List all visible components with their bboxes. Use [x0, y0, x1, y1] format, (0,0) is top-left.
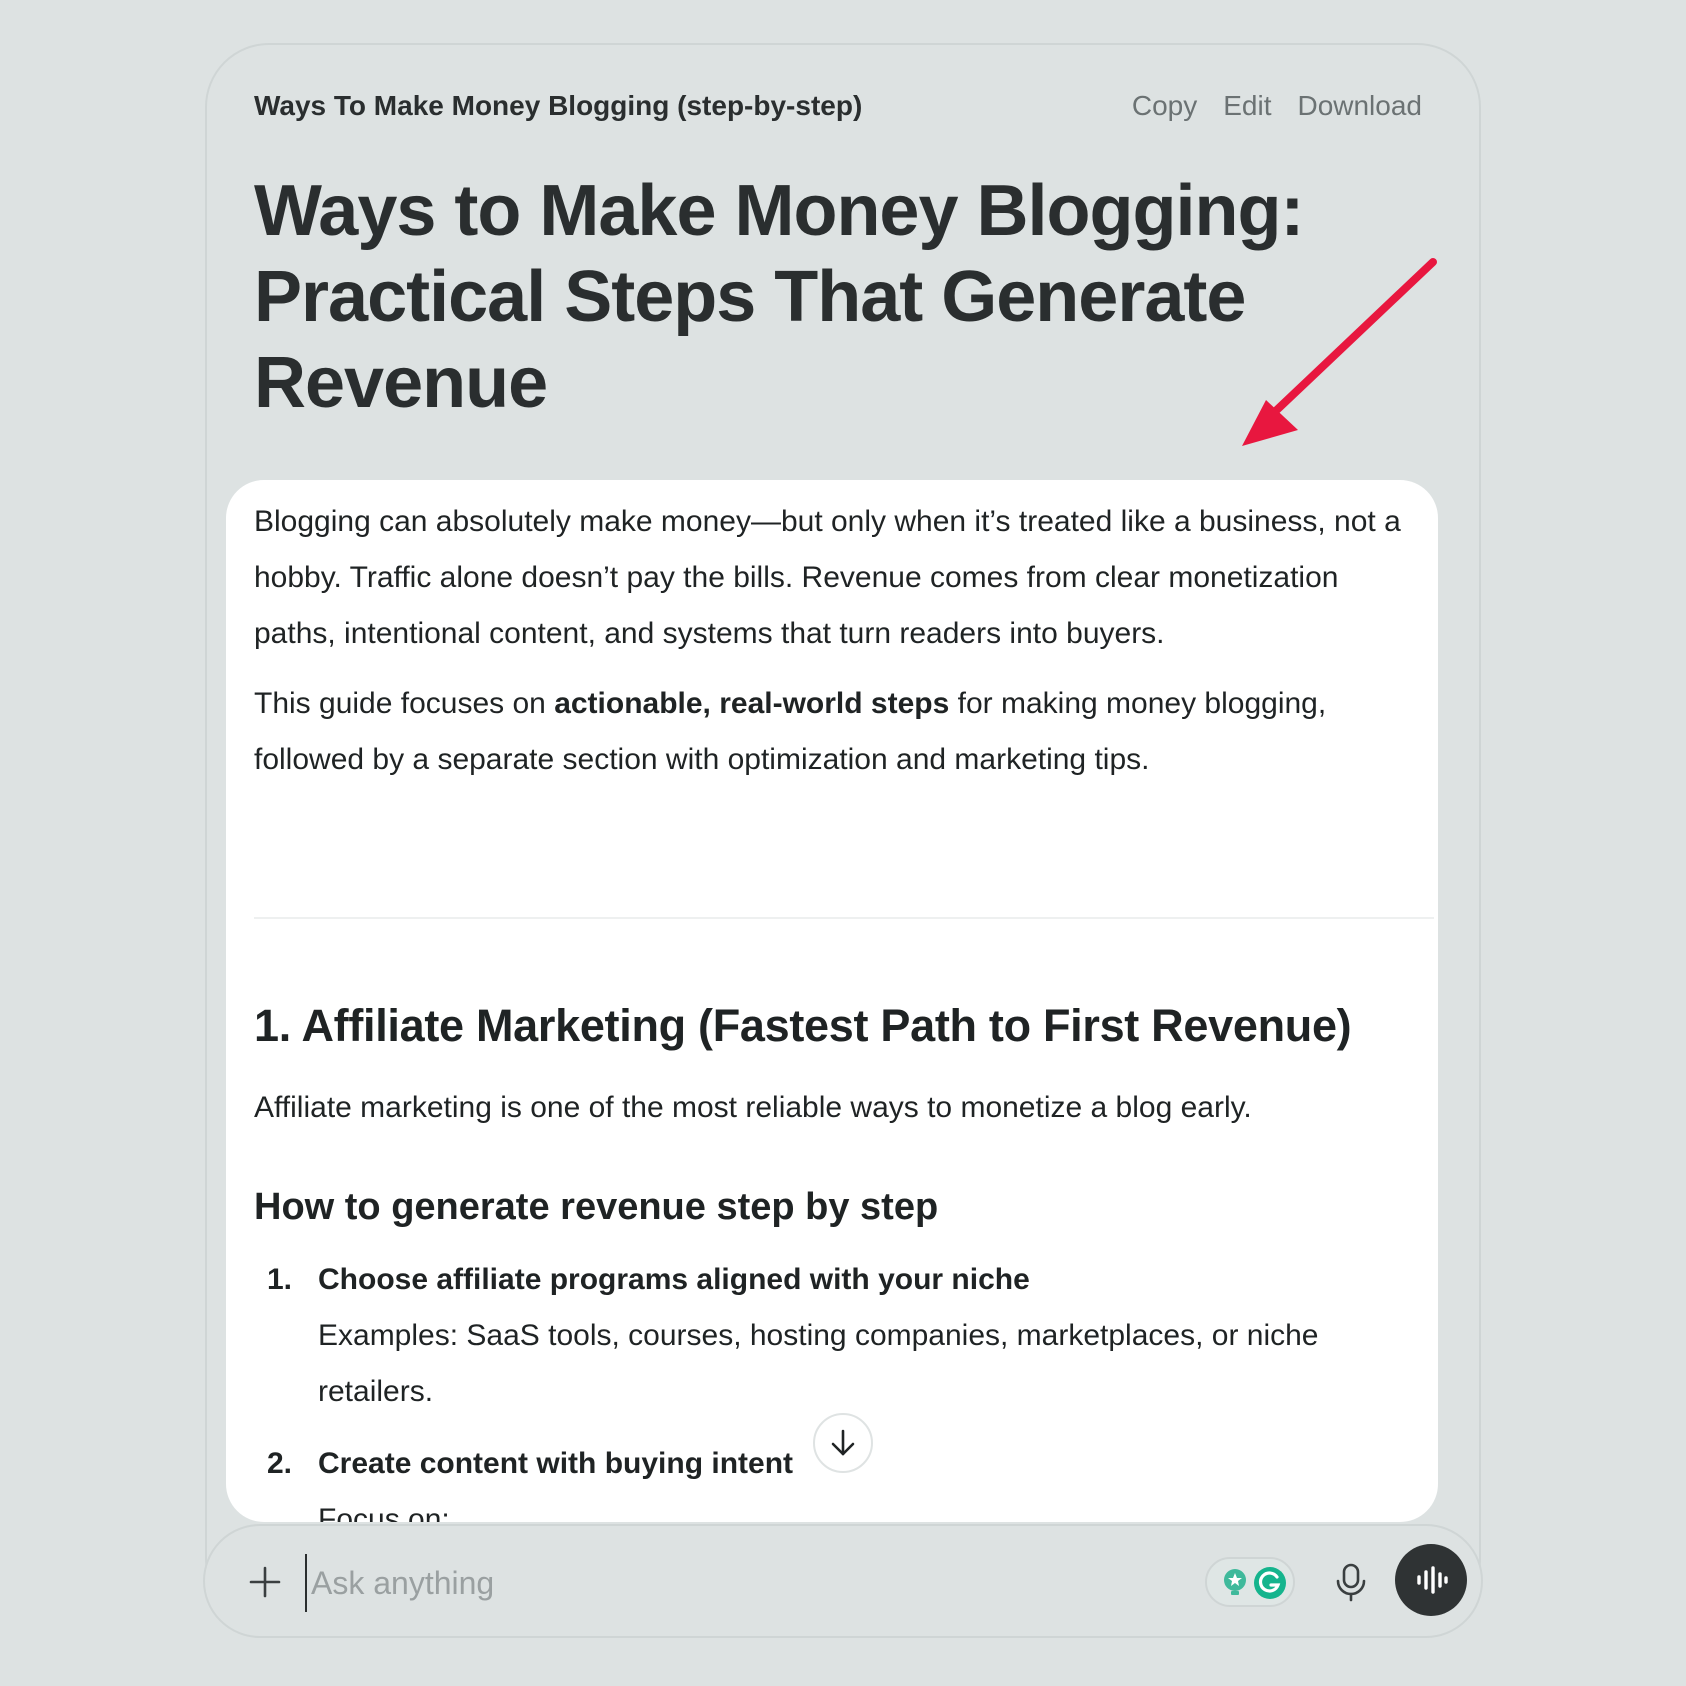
- voice-mode-button[interactable]: [1395, 1544, 1467, 1616]
- section-intro: Affiliate marketing is one of the most r…: [254, 1091, 1252, 1124]
- subheading: How to generate revenue step by step: [254, 1186, 939, 1228]
- ask-input[interactable]: [305, 1554, 1013, 1612]
- step-number: 2.: [267, 1447, 293, 1480]
- voice-waveform-icon: [1417, 1566, 1448, 1594]
- grammarly-icon: [1254, 1567, 1286, 1599]
- down-arrow-icon: [831, 1429, 855, 1456]
- plus-icon[interactable]: [245, 1562, 285, 1602]
- intro-paragraph-1: Blogging can absolutely make money—but o…: [254, 505, 1401, 650]
- copy-button[interactable]: Copy: [1132, 90, 1197, 122]
- intro-paragraph-2: This guide focuses on actionable, real-w…: [254, 676, 1424, 788]
- step-body: Focus on:: [318, 1503, 450, 1522]
- doc-actions: Copy Edit Download: [1132, 90, 1422, 122]
- page-title: Ways to Make Money Blogging: Practical S…: [254, 171, 1304, 423]
- lightbulb-icon: [1224, 1569, 1246, 1595]
- section-divider: [254, 917, 1434, 919]
- doc-header: Ways To Make Money Blogging (step-by-ste…: [254, 84, 1422, 128]
- intro-p2-text-before: This guide focuses on: [254, 687, 555, 720]
- annotation-arrow: [1242, 258, 1437, 446]
- content-panel: Blogging can absolutely make money—but o…: [226, 480, 1438, 1522]
- doc-name: Ways To Make Money Blogging (step-by-ste…: [254, 90, 863, 121]
- step-number: 1.: [267, 1263, 293, 1296]
- download-button[interactable]: Download: [1297, 90, 1422, 122]
- intro-p2-bold: actionable, real-world steps: [554, 687, 950, 720]
- scroll-to-bottom-button[interactable]: [813, 1413, 873, 1473]
- composer: [203, 1524, 1483, 1638]
- step-body: Examples: SaaS tools, courses, hosting c…: [318, 1319, 1319, 1408]
- edit-button[interactable]: Edit: [1223, 90, 1271, 122]
- microphone-icon[interactable]: [1329, 1560, 1373, 1604]
- extension-pill[interactable]: [1205, 1557, 1295, 1607]
- step-title: Create content with buying intent: [318, 1447, 794, 1480]
- intro-block: Blogging can absolutely make money—but o…: [254, 494, 1424, 788]
- section-heading: 1. Affiliate Marketing (Fastest Path to …: [254, 1000, 1352, 1051]
- step-title: Choose affiliate programs aligned with y…: [318, 1263, 1030, 1296]
